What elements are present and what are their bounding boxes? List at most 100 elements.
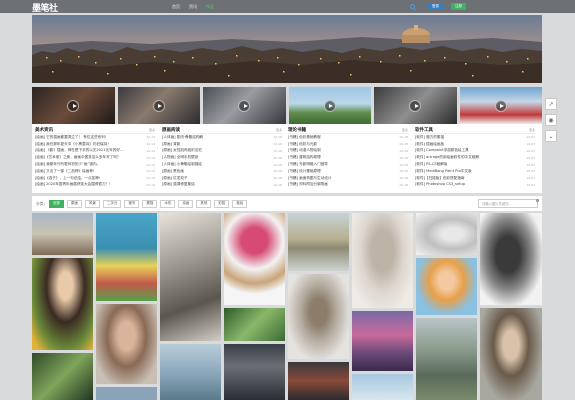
news-item[interactable]: [书籍] 色彩基础教程 10-18 (288, 134, 408, 141)
category-chip[interactable]: 原画 (66, 199, 82, 208)
site-logo[interactable]: 墨笔社 (32, 1, 58, 14)
video-thumbnail[interactable] (32, 87, 115, 124)
category-chip[interactable]: 油画 (178, 199, 194, 208)
news-item[interactable]: [绘画] 《影》插画，神在是下手的以无2021元年的好… 10-14 (35, 148, 155, 155)
login-button[interactable]: 登录 (428, 3, 443, 10)
news-item[interactable]: [绘画] 我都年刊刊载何初的少“画”错内。 10-14 (35, 161, 155, 168)
news-item[interactable]: [软件] artrage的用绘画软件的中文破解 10-03 (415, 154, 535, 161)
more-link[interactable]: 更多 (402, 128, 408, 132)
artwork-image[interactable] (224, 308, 285, 341)
video-thumbnail[interactable] (459, 87, 542, 124)
artwork-image[interactable] (352, 374, 413, 400)
share-icon[interactable]: ↗ (545, 98, 557, 110)
news-item[interactable]: [软件] Photoshop CS3_setup 10-03 (415, 182, 535, 189)
artwork-image[interactable] (416, 213, 477, 255)
play-icon[interactable] (152, 99, 165, 112)
artwork-image[interactable] (352, 213, 413, 308)
news-item[interactable]: [软件] 插画绘画板 10-03 (415, 141, 535, 148)
more-link[interactable]: 更多 (276, 128, 282, 132)
nav-item-home[interactable]: 首页 (172, 4, 180, 10)
register-button[interactable]: 注册 (451, 3, 466, 10)
image-search-input[interactable]: 请输入图片关键词... (478, 199, 538, 208)
category-chip[interactable]: 彩铅 (214, 199, 230, 208)
artwork-image[interactable] (480, 308, 542, 400)
video-thumbnail[interactable] (117, 87, 200, 124)
video-thumbnail[interactable] (374, 87, 457, 124)
news-item[interactable]: [人物画] 全明手机壁纸 10-18 (162, 154, 282, 161)
category-chip[interactable]: 其他 (196, 199, 212, 208)
artwork-image[interactable] (32, 213, 93, 255)
news-item[interactable]: [绘画] 我在那年夏天中《小黑童诗》仍旧保持！ 10-14 (35, 141, 155, 148)
news-item[interactable]: [绘画] 2020年国青年画展获奖大会围得很刀！! 10-14 (35, 182, 155, 189)
search-icon[interactable] (536, 198, 539, 202)
chevron-down-icon[interactable]: ⌄ (545, 130, 557, 142)
news-item[interactable]: [书籍] 建筑结构原理 10-18 (288, 154, 408, 161)
video-thumbnail[interactable] (203, 87, 286, 124)
category-chip[interactable]: 风景 (84, 199, 100, 208)
news-item[interactable]: [软件] PS-CS破解版 10-03 (415, 161, 535, 168)
news-item[interactable]: [书籍] 色彩与光影 10-18 (288, 141, 408, 148)
news-item[interactable]: [原画] 背影 10-18 (162, 141, 282, 148)
artwork-image[interactable] (288, 274, 349, 359)
news-item[interactable]: [绘画]《游子》，上一句总结，一点如神! 10-14 (35, 175, 155, 182)
news-column: 软件工具 更多 [软件] 魔方的素描 10-03 [软件] 插画绘画板 10-03 … (415, 127, 535, 188)
news-item[interactable]: [绘画] 它的插画都要哭泣了！ 有位这些系列! 10-14 (35, 134, 155, 141)
hero-banner[interactable] (32, 15, 542, 83)
news-item[interactable]: [书籍] 材料附加分钢笔画 10-18 (288, 182, 408, 189)
news-item[interactable]: [人体画] 肌肉·骨骼结构解 10-18 (162, 134, 282, 141)
news-item[interactable]: [原画] 女性肌肉组织法范 10-18 (162, 148, 282, 155)
play-icon[interactable] (67, 99, 80, 112)
play-icon[interactable] (494, 99, 507, 112)
artwork-image[interactable] (160, 213, 221, 341)
artwork-image[interactable] (224, 213, 285, 305)
category-chip[interactable]: 板绘 (232, 199, 248, 208)
artwork-image[interactable] (160, 344, 221, 400)
column-title: 理论书籍 (288, 128, 306, 133)
play-icon[interactable] (238, 99, 251, 112)
news-item[interactable]: [绘画] 又出了一部《二战神》绘画神! 10-14 (35, 168, 155, 175)
artwork-image[interactable] (32, 353, 93, 400)
news-item[interactable]: [软件]【扫描版】色彩搭配指南 10-03 (415, 175, 535, 182)
artwork-image[interactable] (480, 213, 542, 305)
category-chip[interactable]: 水彩 (160, 199, 176, 208)
wechat-icon[interactable]: ◉ (545, 114, 557, 126)
video-thumbnail-strip (32, 87, 542, 124)
news-item[interactable]: [软件] Corepaint浮游颜色绘工具 10-03 (415, 148, 535, 155)
play-icon[interactable] (409, 99, 422, 112)
search-icon[interactable] (410, 4, 415, 9)
more-link[interactable]: 更多 (149, 128, 155, 132)
category-chip-all[interactable]: 全部 (48, 199, 64, 208)
news-item[interactable]: [原画] 强调修复集结 10-18 (162, 182, 282, 189)
artwork-image[interactable] (32, 258, 93, 350)
artwork-image[interactable] (352, 311, 413, 371)
news-item[interactable]: [书籍] 动漫人物绘制 10-18 (288, 148, 408, 155)
news-item[interactable]: [软件] MediBang Paint Pro中文版 10-03 (415, 168, 535, 175)
news-item[interactable]: [原画] 黑色画 10-18 (162, 168, 282, 175)
news-item[interactable]: [人体画] 小骨骼绘制描绘 10-18 (162, 161, 282, 168)
nav-item-news[interactable]: 资讯 (189, 4, 197, 10)
nav-item-works[interactable]: 作品 (206, 4, 214, 10)
news-item[interactable]: [绘画]《艺术家》之美，画画中做多这么多年写了吗？ 10-14 (35, 154, 155, 161)
category-chip[interactable]: 二次元 (102, 199, 122, 208)
video-thumbnail[interactable] (288, 87, 371, 124)
artwork-image[interactable] (288, 362, 349, 400)
artwork-image[interactable] (224, 344, 285, 400)
artwork-image[interactable] (96, 213, 157, 301)
artwork-gallery (32, 213, 542, 400)
news-item[interactable]: [软件] 魔方的素描 10-03 (415, 134, 535, 141)
artwork-image[interactable] (288, 213, 349, 271)
column-title: 美术资讯 (35, 128, 53, 133)
play-icon[interactable] (323, 99, 336, 112)
news-item[interactable]: [原画] 红发双子 10-18 (162, 175, 282, 182)
category-chip[interactable]: 素描 (142, 199, 158, 208)
city-night-illustration (32, 15, 542, 83)
news-item[interactable]: [书籍] 画面构图与生动设计 10-18 (288, 175, 408, 182)
news-item[interactable]: [书籍] 设计基础原理 10-18 (288, 168, 408, 175)
artwork-image[interactable] (416, 318, 477, 400)
news-item[interactable]: [书籍] 光影明暗入门指导 10-18 (288, 161, 408, 168)
more-link[interactable]: 更多 (529, 128, 535, 132)
artwork-image[interactable] (416, 258, 477, 315)
artwork-image[interactable] (96, 304, 157, 384)
artwork-image[interactable] (96, 387, 157, 400)
category-chip[interactable]: 速写 (124, 199, 140, 208)
